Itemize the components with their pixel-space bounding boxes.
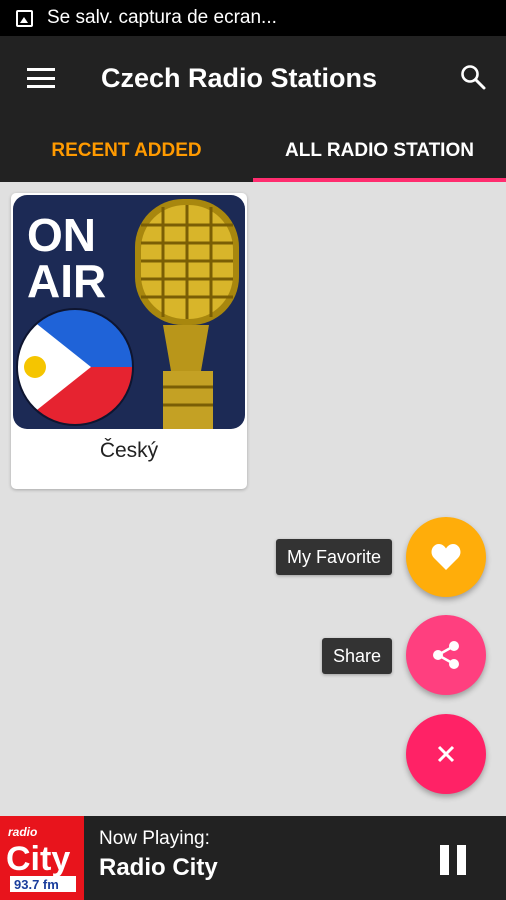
tab-bar: RECENT ADDED ALL RADIO STATION [0,120,506,182]
close-icon [437,745,455,763]
svg-text:radio: radio [8,825,37,839]
heart-icon [431,544,461,570]
svg-text:93.7 fm: 93.7 fm [14,877,59,892]
radio-city-logo: radio City 93.7 fm [0,816,84,900]
share-label[interactable]: Share [321,638,392,674]
share-icon [433,641,459,669]
svg-text:City: City [6,840,70,878]
app-bar: Czech Radio Stations [0,36,506,120]
favorite-button[interactable] [406,517,486,597]
status-bar: Se salv. captura de ecran... [0,0,506,36]
station-card[interactable]: ON AIR Český [11,193,247,489]
tab-all-radio-station[interactable]: ALL RADIO STATION [253,120,506,182]
now-playing-bar[interactable]: radio City 93.7 fm Now Playing: Radio Ci… [0,816,506,900]
search-icon[interactable] [460,64,486,90]
tab-label: RECENT ADDED [51,140,202,161]
now-playing-station: Radio City [99,854,218,881]
artwork-text-on: ON [27,209,96,261]
station-artwork: ON AIR [13,195,245,429]
menu-icon[interactable] [27,67,55,89]
image-icon [16,9,33,27]
favorite-label[interactable]: My Favorite [275,539,392,575]
station-name: Český [99,439,159,462]
now-playing-label: Now Playing: [99,828,210,849]
pause-icon[interactable] [440,845,466,875]
tab-label: ALL RADIO STATION [285,140,474,161]
tab-recent-added[interactable]: RECENT ADDED [0,120,253,182]
status-notification: Se salv. captura de ecran... [47,7,277,28]
app-title: Czech Radio Stations [101,62,378,93]
share-button[interactable] [406,615,486,695]
close-menu-button[interactable] [406,714,486,794]
artwork-text-air: AIR [27,255,106,307]
